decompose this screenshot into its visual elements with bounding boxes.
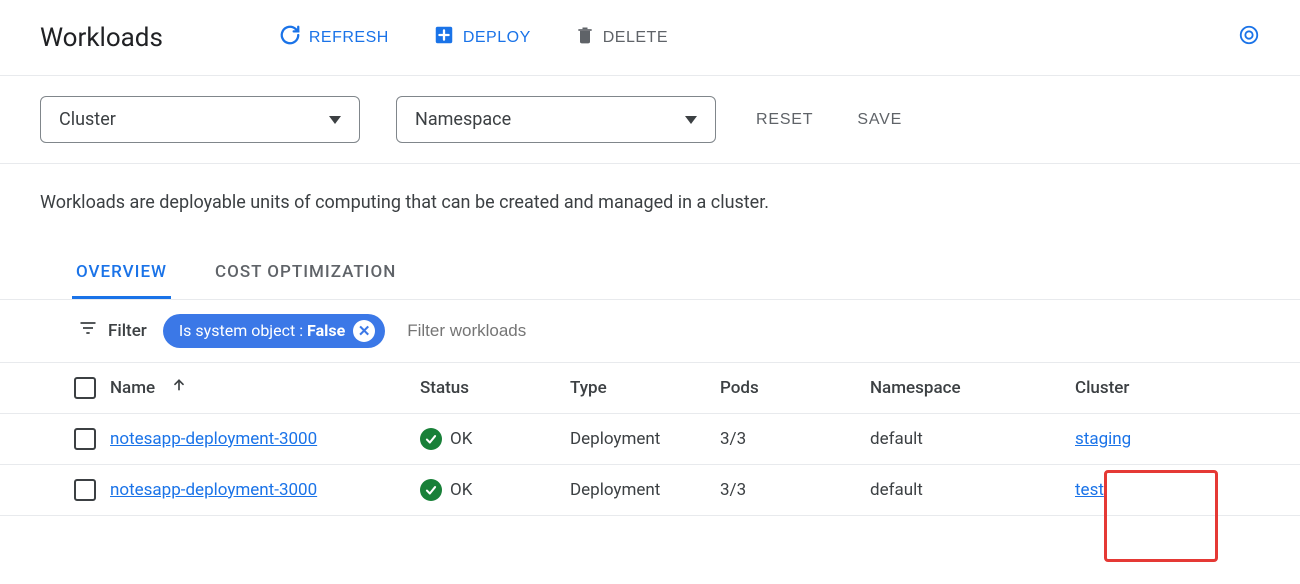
row-checkbox[interactable] <box>74 479 96 501</box>
col-status[interactable]: Status <box>420 378 570 398</box>
status-ok-icon <box>420 428 442 450</box>
col-cluster[interactable]: Cluster <box>1075 378 1275 398</box>
sort-asc-icon <box>171 377 187 398</box>
refresh-button[interactable]: REFRESH <box>271 20 397 55</box>
filter-input[interactable] <box>401 315 1222 347</box>
chevron-down-icon <box>685 116 697 124</box>
tab-overview[interactable]: OVERVIEW <box>72 248 171 299</box>
status-ok-icon <box>420 479 442 501</box>
namespace-dropdown-label: Namespace <box>415 109 511 130</box>
col-namespace[interactable]: Namespace <box>870 378 1075 398</box>
type-cell: Deployment <box>570 429 720 449</box>
cluster-dropdown-label: Cluster <box>59 109 116 130</box>
table-row: notesapp-deployment-3000 OK Deployment 3… <box>0 465 1300 516</box>
table-header: Name Status Type Pods Namespace Cluster <box>0 363 1300 414</box>
cluster-link[interactable]: staging <box>1075 429 1131 449</box>
description-text: Workloads are deployable units of comput… <box>0 164 830 248</box>
col-pods[interactable]: Pods <box>720 378 870 398</box>
trash-icon <box>575 25 595 50</box>
reset-button[interactable]: RESET <box>752 107 817 133</box>
delete-button[interactable]: DELETE <box>567 21 676 54</box>
status-cell: OK <box>420 479 570 501</box>
namespace-dropdown[interactable]: Namespace <box>396 96 716 143</box>
filter-label: Filter <box>78 318 147 343</box>
type-cell: Deployment <box>570 480 720 500</box>
refresh-label: REFRESH <box>309 29 389 47</box>
filter-icon <box>78 318 98 343</box>
cluster-dropdown[interactable]: Cluster <box>40 96 360 143</box>
chip-remove-icon[interactable]: ✕ <box>353 320 375 342</box>
chevron-down-icon <box>329 116 341 124</box>
namespace-cell: default <box>870 429 1075 449</box>
deploy-button[interactable]: DEPLOY <box>425 20 539 55</box>
col-name[interactable]: Name <box>110 377 420 398</box>
pods-cell: 3/3 <box>720 480 870 500</box>
tab-cost-optimization[interactable]: COST OPTIMIZATION <box>211 248 400 299</box>
col-type[interactable]: Type <box>570 378 720 398</box>
deploy-label: DEPLOY <box>463 29 531 47</box>
workload-name-link[interactable]: notesapp-deployment-3000 <box>110 480 317 500</box>
refresh-icon <box>279 24 301 51</box>
plus-box-icon <box>433 24 455 51</box>
table-row: notesapp-deployment-3000 OK Deployment 3… <box>0 414 1300 465</box>
page-title: Workloads <box>40 23 163 53</box>
cluster-link[interactable]: test <box>1075 480 1104 500</box>
row-checkbox[interactable] <box>74 428 96 450</box>
filter-chip[interactable]: Is system object : False ✕ <box>163 314 385 348</box>
learn-icon[interactable] <box>1238 24 1260 51</box>
pods-cell: 3/3 <box>720 429 870 449</box>
select-all-checkbox[interactable] <box>74 377 96 399</box>
namespace-cell: default <box>870 480 1075 500</box>
status-cell: OK <box>420 428 570 450</box>
delete-label: DELETE <box>603 29 668 47</box>
save-button[interactable]: SAVE <box>853 107 906 133</box>
workload-name-link[interactable]: notesapp-deployment-3000 <box>110 429 317 449</box>
